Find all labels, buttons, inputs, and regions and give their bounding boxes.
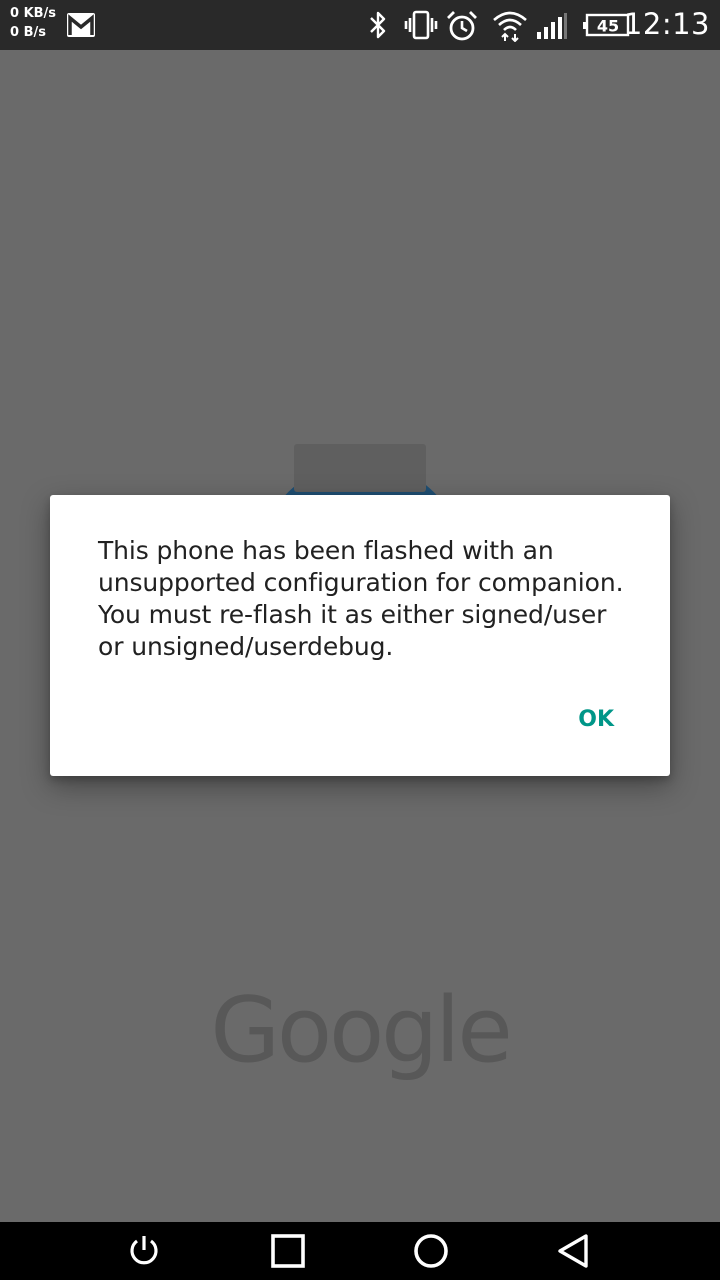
upload-speed: 0 B/s [10, 25, 46, 40]
back-icon[interactable] [556, 1233, 592, 1269]
gmail-icon [66, 12, 96, 43]
power-icon[interactable] [126, 1233, 162, 1269]
alert-dialog: This phone has been flashed with an unsu… [50, 495, 670, 776]
vibrate-icon [404, 10, 438, 45]
bluetooth-icon [368, 10, 388, 45]
recents-icon[interactable] [270, 1233, 306, 1269]
home-icon[interactable] [413, 1233, 449, 1269]
status-bar: 0 KB/s 0 B/s 45 12:13 [0, 0, 720, 50]
clock: 12:13 [623, 7, 710, 41]
network-speed: 0 KB/s 0 B/s [10, 4, 56, 42]
battery-level: 45 [597, 17, 619, 36]
alarm-icon [446, 10, 478, 47]
ok-button[interactable]: OK [570, 701, 622, 738]
dialog-message: This phone has been flashed with an unsu… [98, 536, 624, 661]
google-logo: Google [210, 978, 512, 1083]
download-speed: 0 KB/s [10, 6, 57, 21]
navigation-bar [0, 1222, 720, 1280]
watch-band [294, 444, 426, 492]
battery-icon: 45 [582, 13, 630, 42]
wifi-icon [492, 10, 528, 47]
cell-signal-icon [536, 12, 568, 45]
